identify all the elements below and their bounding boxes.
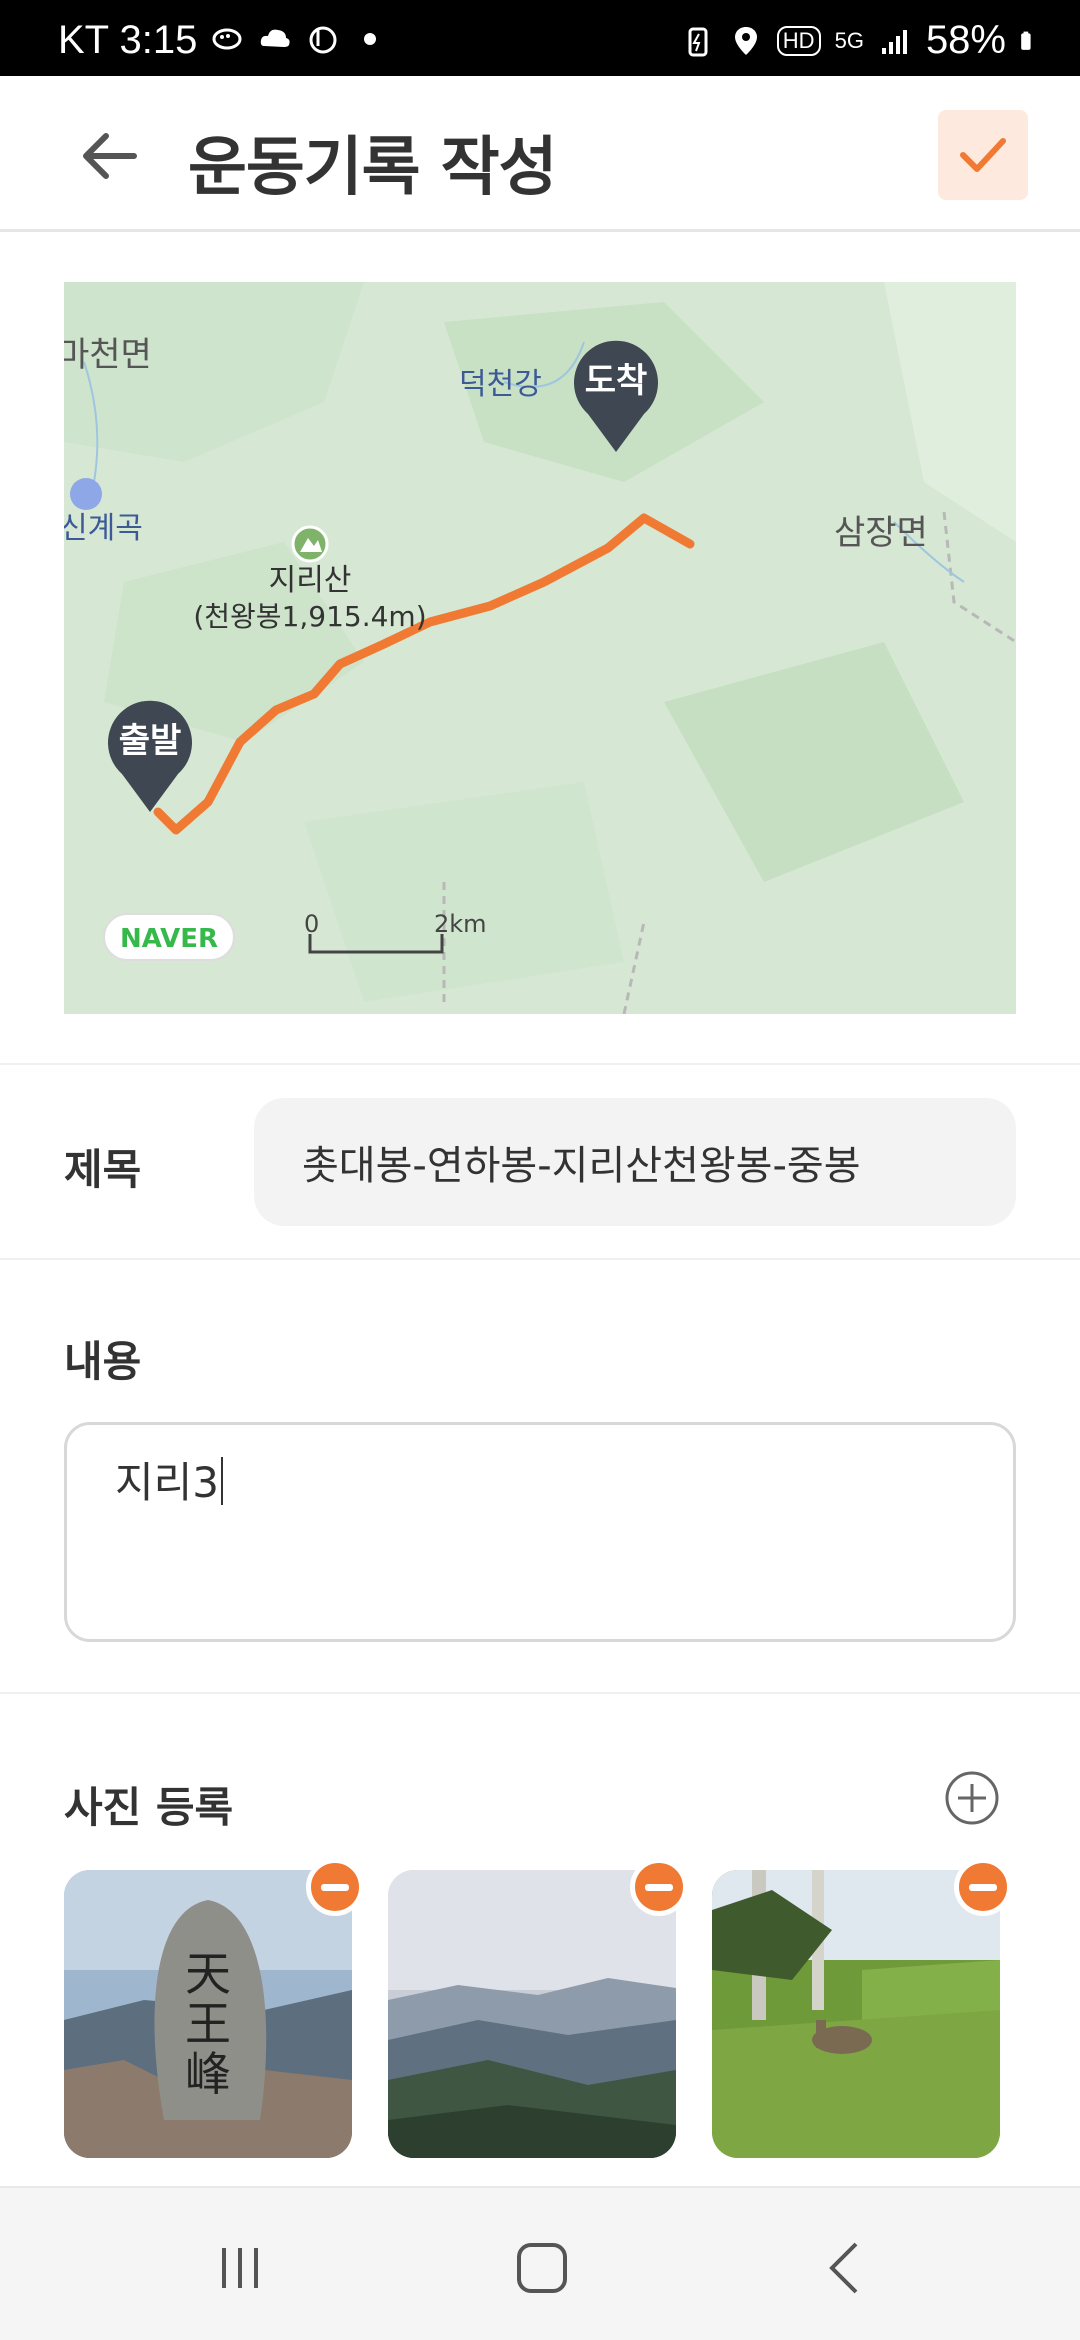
- remove-photo-3-button[interactable]: [954, 1858, 1012, 1916]
- minus-circle-icon: [969, 1883, 997, 1891]
- notification-icons: [210, 22, 376, 56]
- cloud-icon: [260, 29, 290, 47]
- naver-logo-text: NAVER: [120, 924, 218, 954]
- route-map[interactable]: 마천면 신계곡 덕천강 삼장면 지리산 (천왕봉1,915.4m) 출발 도착 …: [64, 282, 1016, 1014]
- system-nav-bar: [0, 2186, 1080, 2340]
- meadow-deer-photo[interactable]: [712, 1870, 1000, 2158]
- svg-text:峰: 峰: [185, 2047, 231, 2101]
- more-notifications-dot: [364, 33, 376, 45]
- plus-circle-icon: [945, 1771, 999, 1825]
- content-textarea[interactable]: 지리3: [64, 1422, 1016, 1642]
- battery-icon: [1021, 31, 1031, 50]
- shoe-icon: [212, 28, 242, 50]
- check-icon: [960, 138, 1006, 172]
- place-label-2: 덕천강: [459, 367, 542, 402]
- summit-stone-photo[interactable]: 天 王 峰: [64, 1870, 352, 2158]
- photos-label: 사진 등록: [64, 1783, 234, 1832]
- start-marker-label: 출발: [119, 721, 182, 761]
- back-icon: [829, 2242, 858, 2294]
- remove-photo-2-button[interactable]: [630, 1858, 688, 1916]
- text-caret: [221, 1457, 224, 1505]
- page-title: 운동기록 작성: [188, 131, 558, 205]
- map-canvas: 마천면 신계곡 덕천강 삼장면 지리산 (천왕봉1,915.4m) 출발 도착 …: [64, 282, 1016, 1014]
- content-label: 내용: [64, 1337, 142, 1386]
- minus-circle-icon: [645, 1883, 673, 1891]
- hd-icon: HD: [776, 25, 821, 56]
- battery-percent: 58%: [925, 18, 1006, 62]
- home-icon: [517, 2243, 567, 2293]
- add-photo-button[interactable]: [944, 1770, 1000, 1826]
- minus-circle-icon: [321, 1883, 349, 1891]
- save-button[interactable]: [938, 110, 1028, 200]
- scale-start: 0: [304, 910, 319, 938]
- scale-end: 2km: [434, 910, 487, 938]
- status-right: HD 5G 58%: [681, 18, 1040, 63]
- b-app-icon: [309, 26, 337, 54]
- divider: [0, 1692, 1080, 1694]
- back-button[interactable]: [70, 116, 150, 196]
- remove-photo-1-button[interactable]: [306, 1858, 364, 1916]
- mountain-detail: (천왕봉1,915.4m): [193, 600, 426, 633]
- recents-icon: [222, 2248, 258, 2288]
- home-button[interactable]: [502, 2228, 582, 2308]
- recents-button[interactable]: [200, 2228, 280, 2308]
- signal-icon: [881, 29, 907, 54]
- network-5g-icon: 5G: [834, 27, 864, 53]
- temple-icon: [70, 478, 102, 510]
- arrow-left-icon: [83, 133, 137, 179]
- mountain-range-photo[interactable]: [388, 1870, 676, 2158]
- divider: [0, 1258, 1080, 1260]
- place-label-0: 마천면: [64, 335, 152, 375]
- mountain-name: 지리산: [269, 563, 352, 598]
- battery-saver-icon: [688, 27, 708, 56]
- svg-text:天: 天: [185, 1947, 231, 2001]
- content-text: 지리3: [115, 1458, 220, 1507]
- divider: [0, 1063, 1080, 1065]
- status-time: KT 3:15: [58, 18, 198, 62]
- place-label-1: 신계곡: [64, 511, 143, 546]
- app-header: 운동기록 작성: [0, 76, 1080, 232]
- status-bar: KT 3:15 HD 5G 58%: [0, 0, 1080, 76]
- nav-back-button[interactable]: [806, 2228, 886, 2308]
- end-marker-label: 도착: [585, 361, 648, 401]
- svg-text:王: 王: [185, 1997, 231, 2051]
- location-icon: [734, 26, 757, 55]
- title-input[interactable]: 촛대봉-연하봉-지리산천왕봉-중봉: [254, 1098, 1016, 1226]
- title-label: 제목: [64, 1145, 142, 1194]
- place-label-3: 삼장면: [834, 513, 928, 553]
